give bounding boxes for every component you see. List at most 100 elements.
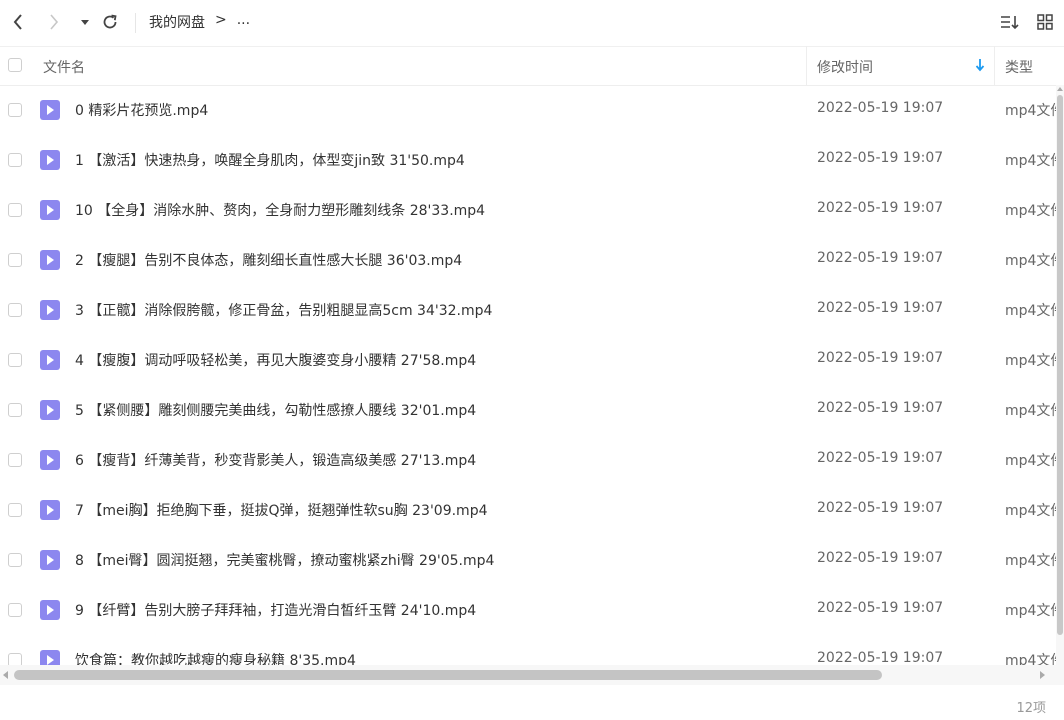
file-row[interactable]: 饮食篇：教你越吃越瘦的瘦身秘籍 8'35.mp4 2022-05-19 19:07…: [0, 635, 1056, 665]
row-checkbox[interactable]: [8, 503, 22, 517]
row-checkbox[interactable]: [8, 203, 22, 217]
row-checkbox[interactable]: [8, 603, 22, 617]
file-type: mp4文件: [1005, 153, 1056, 169]
file-modified-time: 2022-05-19 19:07: [817, 650, 944, 665]
row-checkbox[interactable]: [8, 303, 22, 317]
row-checkbox[interactable]: [8, 153, 22, 167]
column-header-name[interactable]: 文件名: [43, 57, 85, 77]
file-type: mp4文件: [1005, 353, 1056, 369]
file-row[interactable]: 8 【mei臀】圆润挺翘，完美蜜桃臀，撩动蜜桃紧zhi臀 29'05.mp4 20…: [0, 535, 1056, 585]
file-row[interactable]: 0 精彩片花预览.mp4 2022-05-19 19:07 mp4文件: [0, 85, 1056, 135]
file-modified-time: 2022-05-19 19:07: [817, 350, 944, 366]
column-resize-handle[interactable]: [806, 46, 807, 85]
file-type: mp4文件: [1005, 253, 1056, 269]
video-file-icon: [40, 450, 60, 470]
toolbar-divider: [135, 13, 136, 33]
video-file-icon: [40, 400, 60, 420]
horizontal-scrollbar-thumb[interactable]: [14, 670, 882, 680]
file-modified-time: 2022-05-19 19:07: [817, 450, 944, 466]
forward-button[interactable]: [44, 10, 64, 34]
row-checkbox[interactable]: [8, 103, 22, 117]
file-type: mp4文件: [1005, 553, 1056, 569]
toolbar: 我的网盘 > ...: [0, 0, 1064, 47]
file-name[interactable]: 0 精彩片花预览.mp4: [75, 100, 208, 120]
sort-button[interactable]: [998, 10, 1022, 34]
file-name[interactable]: 10 【全身】消除水肿、赘肉，全身耐力塑形雕刻线条 28'33.mp4: [75, 200, 485, 220]
file-modified-time: 2022-05-19 19:07: [817, 550, 944, 566]
file-type: mp4文件: [1005, 453, 1056, 469]
row-checkbox[interactable]: [8, 253, 22, 267]
file-row[interactable]: 6 【瘦背】纤薄美背，秒变背影美人，锻造高级美感 27'13.mp4 2022-0…: [0, 435, 1056, 485]
file-type: mp4文件: [1005, 503, 1056, 519]
file-modified-time: 2022-05-19 19:07: [817, 150, 944, 166]
file-modified-time: 2022-05-19 19:07: [817, 400, 944, 416]
scroll-right-arrow-icon[interactable]: [1040, 671, 1045, 679]
file-row[interactable]: 1 【激活】快速热身，唤醒全身肌肉，体型变jin致 31'50.mp4 2022-…: [0, 135, 1056, 185]
item-count: 12项: [1016, 701, 1046, 716]
horizontal-scrollbar[interactable]: [0, 665, 1064, 685]
back-button[interactable]: [8, 10, 28, 34]
file-row[interactable]: 7 【mei胸】拒绝胸下垂，挺拔Q弹，挺翘弹性软su胸 23'09.mp4 202…: [0, 485, 1056, 535]
view-mode-button[interactable]: [1035, 10, 1055, 34]
file-name[interactable]: 3 【正髋】消除假胯髋，修正骨盆，告别粗腿显高5cm 34'32.mp4: [75, 300, 492, 320]
chevron-left-icon: [13, 14, 22, 30]
file-type: mp4文件: [1005, 303, 1056, 319]
breadcrumb-ellipsis[interactable]: ...: [237, 12, 250, 32]
file-modified-time: 2022-05-19 19:07: [817, 250, 944, 266]
file-name[interactable]: 7 【mei胸】拒绝胸下垂，挺拔Q弹，挺翘弹性软su胸 23'09.mp4: [75, 500, 488, 520]
refresh-button[interactable]: [99, 10, 121, 34]
file-row[interactable]: 4 【瘦腹】调动呼吸轻松美，再见大腹婆变身小腰精 27'58.mp4 2022-0…: [0, 335, 1056, 385]
video-file-icon: [40, 200, 60, 220]
column-resize-handle[interactable]: [994, 46, 995, 85]
row-checkbox[interactable]: [8, 553, 22, 567]
scroll-up-arrow-icon[interactable]: [1057, 87, 1063, 91]
file-type: mp4文件: [1005, 403, 1056, 419]
history-dropdown-button[interactable]: [78, 10, 92, 34]
file-modified-time: 2022-05-19 19:07: [817, 300, 944, 316]
row-checkbox[interactable]: [8, 353, 22, 367]
file-list: 0 精彩片花预览.mp42022-05-19 19:07mp4文件1 【激活】快…: [0, 85, 1056, 665]
video-file-icon: [40, 650, 60, 665]
breadcrumb-separator: >: [215, 12, 227, 28]
file-name[interactable]: 9 【纤臂】告别大膀子拜拜袖，打造光滑白皙纤玉臂 24'10.mp4: [75, 600, 476, 620]
column-header-modified[interactable]: 修改时间: [817, 57, 873, 77]
file-type: mp4文件: [1005, 603, 1056, 619]
sort-descending-icon[interactable]: [975, 58, 985, 76]
video-file-icon: [40, 150, 60, 170]
column-header-type[interactable]: 类型: [1005, 57, 1033, 77]
file-row[interactable]: 9 【纤臂】告别大膀子拜拜袖，打造光滑白皙纤玉臂 24'10.mp4 2022-0…: [0, 585, 1056, 635]
row-checkbox[interactable]: [8, 653, 22, 665]
video-file-icon: [40, 300, 60, 320]
file-type: mp4文件: [1005, 203, 1056, 219]
video-file-icon: [40, 250, 60, 270]
video-file-icon: [40, 100, 60, 120]
vertical-scrollbar-thumb[interactable]: [1057, 95, 1063, 635]
file-type: mp4文件: [1005, 103, 1056, 119]
file-name[interactable]: 5 【紧侧腰】雕刻侧腰完美曲线，勾勒性感撩人腰线 32'01.mp4: [75, 400, 476, 420]
vertical-scrollbar[interactable]: [1056, 85, 1064, 665]
row-checkbox[interactable]: [8, 453, 22, 467]
file-modified-time: 2022-05-19 19:07: [817, 500, 944, 516]
breadcrumb-root[interactable]: 我的网盘: [149, 12, 205, 32]
file-name[interactable]: 4 【瘦腹】调动呼吸轻松美，再见大腹婆变身小腰精 27'58.mp4: [75, 350, 476, 370]
file-name[interactable]: 6 【瘦背】纤薄美背，秒变背影美人，锻造高级美感 27'13.mp4: [75, 450, 476, 470]
select-all-checkbox[interactable]: [8, 58, 22, 72]
sort-icon: [1001, 16, 1019, 30]
file-name[interactable]: 8 【mei臀】圆润挺翘，完美蜜桃臀，撩动蜜桃紧zhi臀 29'05.mp4: [75, 550, 494, 570]
chevron-right-icon: [50, 14, 59, 30]
row-checkbox[interactable]: [8, 403, 22, 417]
breadcrumb: 我的网盘 > ...: [149, 12, 250, 32]
file-row[interactable]: 5 【紧侧腰】雕刻侧腰完美曲线，勾勒性感撩人腰线 32'01.mp4 2022-0…: [0, 385, 1056, 435]
file-name[interactable]: 2 【瘦腿】告别不良体态，雕刻细长直性感大长腿 36'03.mp4: [75, 250, 462, 270]
file-modified-time: 2022-05-19 19:07: [817, 200, 944, 216]
file-row[interactable]: 10 【全身】消除水肿、赘肉，全身耐力塑形雕刻线条 28'33.mp4 2022-…: [0, 185, 1056, 235]
file-name[interactable]: 1 【激活】快速热身，唤醒全身肌肉，体型变jin致 31'50.mp4: [75, 150, 465, 170]
file-row[interactable]: 2 【瘦腿】告别不良体态，雕刻细长直性感大长腿 36'03.mp4 2022-05…: [0, 235, 1056, 285]
file-row[interactable]: 3 【正髋】消除假胯髋，修正骨盆，告别粗腿显高5cm 34'32.mp4 2022…: [0, 285, 1056, 335]
file-name[interactable]: 饮食篇：教你越吃越瘦的瘦身秘籍 8'35.mp4: [75, 650, 356, 665]
caret-down-icon: [81, 20, 89, 25]
video-file-icon: [40, 600, 60, 620]
scroll-left-arrow-icon[interactable]: [3, 671, 8, 679]
video-file-icon: [40, 550, 60, 570]
file-type: mp4文件: [1005, 653, 1056, 665]
